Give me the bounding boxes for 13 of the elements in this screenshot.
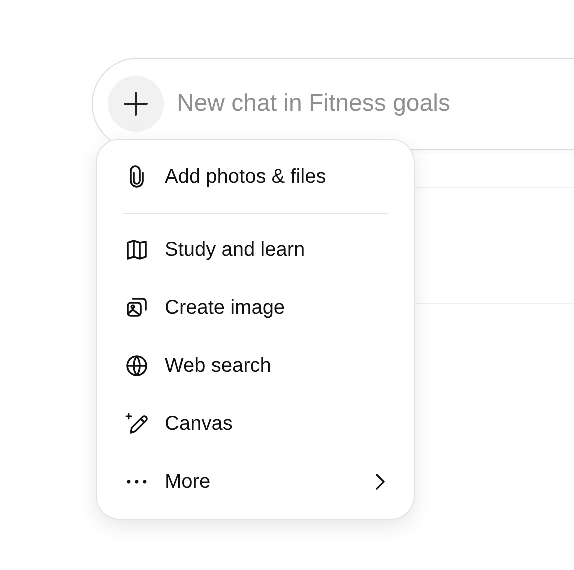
menu-item[interactable]: Create image — [97, 279, 414, 337]
menu-item[interactable]: Canvas — [97, 395, 414, 453]
images-icon — [125, 296, 149, 320]
pencil-sparkle-icon — [125, 412, 149, 436]
globe-icon — [125, 354, 149, 378]
menu-item[interactable]: More — [97, 453, 414, 511]
more-icon — [125, 480, 149, 484]
chat-input[interactable]: New chat in Fitness goals — [177, 90, 537, 118]
plus-icon — [123, 91, 149, 117]
chevron-right-icon — [374, 473, 386, 491]
menu-item[interactable]: Study and learn — [97, 221, 414, 279]
menu-item[interactable]: Add photos & files — [97, 148, 414, 206]
menu-item[interactable]: Web search — [97, 337, 414, 395]
